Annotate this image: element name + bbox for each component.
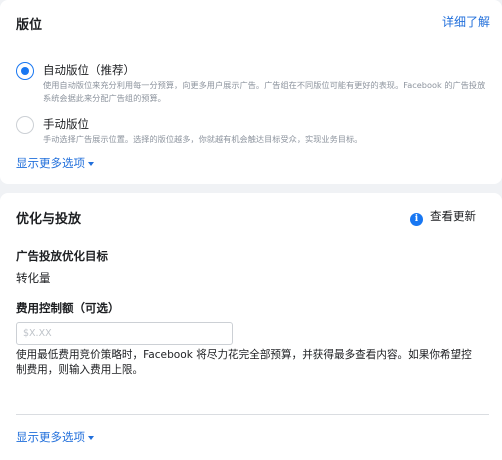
placement-title: 版位	[16, 18, 43, 33]
whats-new-label[interactable]: 查看更新	[430, 209, 476, 223]
bid-help-text: 使用最低费用竞价策略时，Facebook 将尽力花完全部预算，并获得最多查看内容…	[16, 349, 472, 376]
bid-control-input[interactable]	[16, 322, 233, 345]
placement-show-more-label[interactable]: 显示更多选项	[16, 156, 85, 170]
optimization-title: 优化与投放	[16, 212, 82, 227]
radio-automatic-placements-button[interactable]	[16, 62, 34, 80]
chevron-down-icon	[88, 435, 94, 440]
whats-new-link[interactable]: i 查看更新	[410, 208, 476, 226]
optimization-goal-value: 转化量	[16, 271, 51, 285]
placement-show-more-options[interactable]: 显示更多选项	[16, 155, 94, 171]
optimization-show-more-label[interactable]: 显示更多选项	[16, 430, 85, 444]
automatic-placements-label[interactable]: 自动版位（推荐）	[43, 62, 135, 78]
section-divider	[16, 414, 489, 415]
manual-placements-label[interactable]: 手动版位	[43, 116, 89, 132]
optimization-show-more-options[interactable]: 显示更多选项	[16, 429, 94, 445]
chevron-down-icon	[88, 161, 94, 166]
placement-card: 版位 详细了解 自动版位（推荐） 使用自动版位来充分利用每一分预算，向更多用户展…	[0, 0, 502, 184]
info-icon: i	[410, 213, 423, 226]
radio-manual-placements-button[interactable]	[16, 116, 34, 134]
optimization-goal-label: 广告投放优化目标	[16, 249, 108, 263]
bid-control-label: 费用控制额（可选）	[16, 301, 120, 315]
automatic-placements-description: 使用自动版位来充分利用每一分预算，向更多用户展示广告。广告组在不同版位可能有更好…	[43, 80, 486, 103]
manual-placements-description: 手动选择广告展示位置。选择的版位越多，你就越有机会触达目标受众，实现业务目标。	[43, 134, 363, 144]
learn-more-link[interactable]: 详细了解	[442, 13, 490, 30]
optimization-card: 优化与投放 i 查看更新 广告投放优化目标 转化量 费用控制额（可选） 使用最低费…	[0, 193, 502, 460]
